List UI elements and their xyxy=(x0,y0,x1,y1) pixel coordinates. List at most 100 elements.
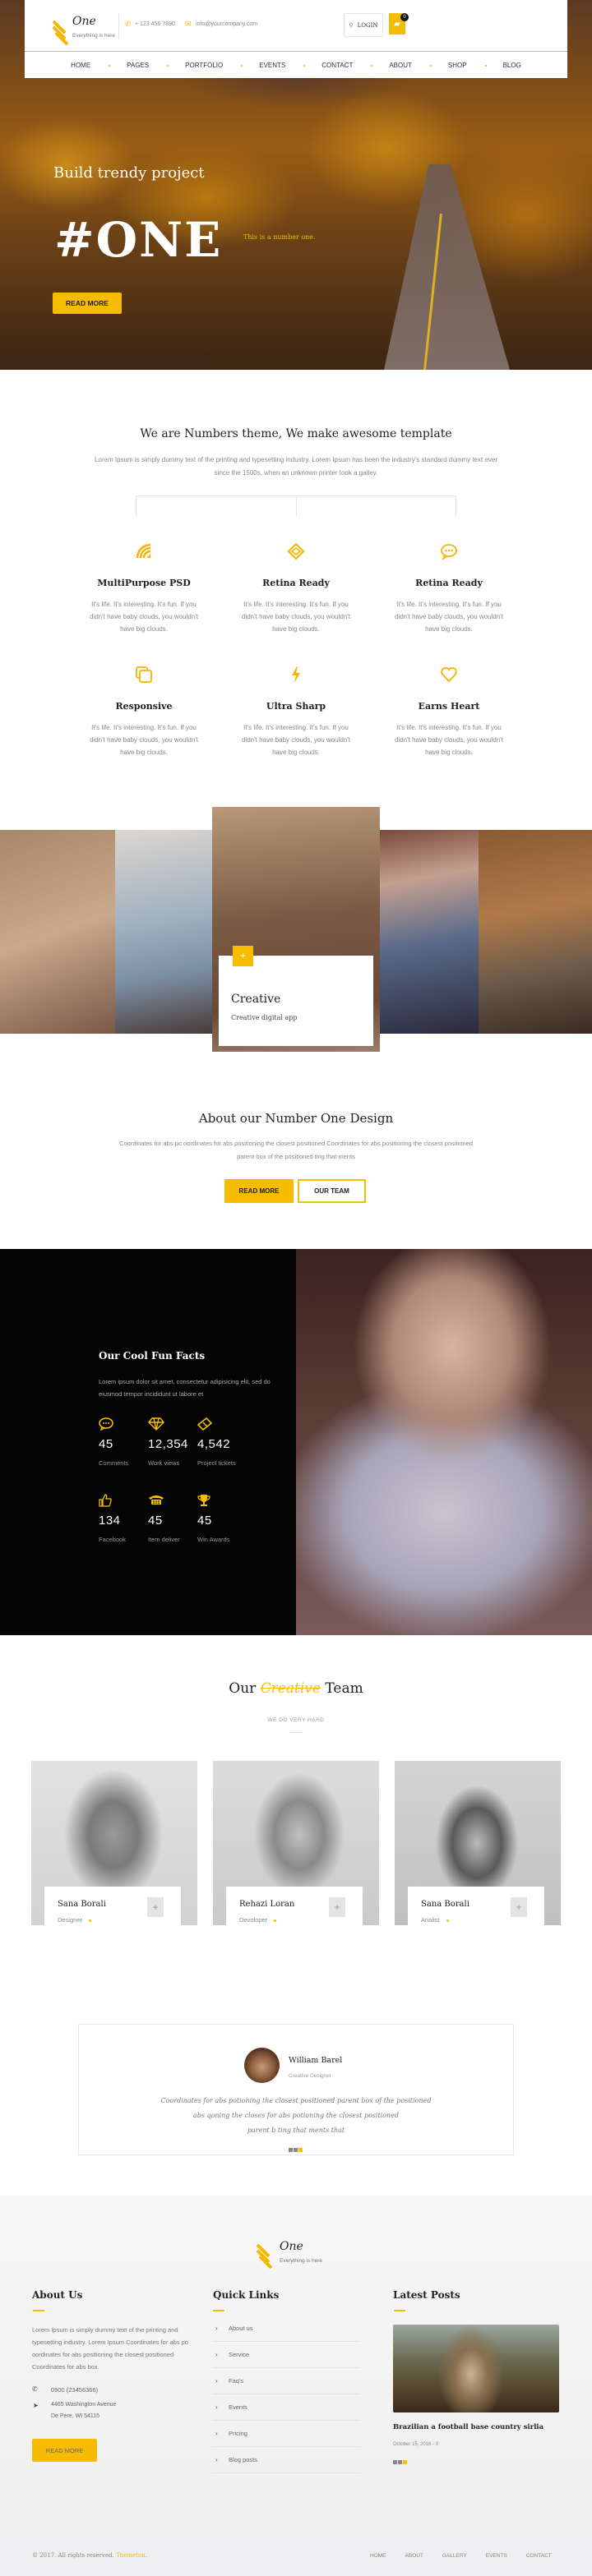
gallery-image-2[interactable] xyxy=(115,830,214,1034)
footer-logo-name[interactable]: One xyxy=(280,2240,303,2253)
fact-value: 4,542 xyxy=(197,1437,231,1451)
nav-pages[interactable]: PAGES xyxy=(109,62,169,69)
intro-title: We are Numbers theme, We make awesome te… xyxy=(140,427,452,440)
logo-tagline: Everything is here xyxy=(72,33,116,39)
feature-title: MultiPurpose PSD xyxy=(97,578,191,588)
latest-post-title[interactable]: Brazilian a football base country sirlia xyxy=(393,2423,543,2431)
footer-nav-about[interactable]: ABOUT xyxy=(405,2553,423,2559)
team-member-plus-button[interactable]: + xyxy=(511,1897,527,1917)
footer-phone[interactable]: 0900 (23456366) xyxy=(51,2386,98,2394)
quick-link-label: About us xyxy=(229,2325,253,2332)
copyright-period: . xyxy=(145,2552,147,2559)
facts-title: Our Cool Fun Facts xyxy=(99,1350,206,1362)
pagination-dot[interactable] xyxy=(289,2148,293,2152)
quick-link-service[interactable]: › Service xyxy=(212,2342,360,2368)
chat-bubble-icon xyxy=(383,542,515,565)
feature-earns-heart: Earns Heart It's life. It's interesting.… xyxy=(383,666,515,758)
fact-label: Facebook xyxy=(99,1536,126,1543)
feature-title: Earns Heart xyxy=(418,701,480,712)
feature-title: Retina Ready xyxy=(262,578,330,588)
header-email[interactable]: info@yourcompany.com xyxy=(196,21,257,27)
fact-label: Project tickets xyxy=(197,1459,236,1467)
fact-work-views: 12,354 Work views xyxy=(148,1417,197,1467)
feature-retina-1: Retina Ready It's life. It's interesting… xyxy=(230,542,362,635)
quick-link-label: Events xyxy=(229,2403,247,2411)
logo-icon xyxy=(51,20,69,46)
thumbs-up-icon xyxy=(99,1494,148,1510)
header-phone[interactable]: + 123 456 7890 xyxy=(135,21,175,27)
footer-read-more-button[interactable]: READ MORE xyxy=(32,2439,97,2462)
intro-text: Lorem Ipsum is simply dummy text of the … xyxy=(94,456,498,477)
feature-title: Ultra Sharp xyxy=(266,701,326,712)
copyright-brand-link[interactable]: Themeton xyxy=(116,2552,146,2559)
pagination-dot[interactable] xyxy=(398,2460,402,2464)
login-label: LOGIN xyxy=(357,21,378,29)
nav-home[interactable]: HOME xyxy=(53,62,111,69)
gallery-image-4[interactable] xyxy=(380,830,479,1034)
fact-value: 134 xyxy=(99,1514,121,1528)
nav-blog[interactable]: BLOG xyxy=(485,62,539,69)
quick-link-events[interactable]: › Events xyxy=(212,2394,360,2421)
quote-line: abs qoning the closes for abs potioning … xyxy=(192,2112,400,2119)
header-divider xyxy=(118,13,119,39)
pagination-dot[interactable] xyxy=(393,2460,397,2464)
team-member-plus-button[interactable]: + xyxy=(329,1897,345,1917)
about-text: Coordinates for abs po oordinates for ab… xyxy=(119,1140,473,1160)
team-member-card[interactable]: Sana Borali Designer + xyxy=(31,1761,197,1925)
header-bar: One Everything is here ✆ + 123 456 7890 … xyxy=(25,0,567,51)
chevron-right-icon: › xyxy=(215,2325,218,2332)
quick-link-blog-posts[interactable]: › Blog posts xyxy=(212,2447,360,2473)
about-read-more-button[interactable]: READ MORE xyxy=(224,1179,294,1203)
location-arrow-icon: ➤ xyxy=(33,2402,39,2409)
fact-project-tickets: 4,542 Project tickets xyxy=(197,1417,247,1467)
key-icon: ⚲ xyxy=(349,22,354,29)
chat-bubble-icon xyxy=(99,1417,148,1434)
gallery-card-subtitle: Creative digital app xyxy=(231,1014,298,1021)
fact-facebook: 134 Facebook xyxy=(99,1494,148,1543)
team-member-info: Sana Borali Analist + xyxy=(408,1887,544,1925)
hero-read-more-button[interactable]: READ MORE xyxy=(53,293,122,314)
quote-line: parent b ting that ments that xyxy=(247,2127,345,2134)
cube-icon xyxy=(230,542,362,565)
feature-retina-2: Retina Ready It's life. It's interesting… xyxy=(383,542,515,635)
quick-link-label: Faq's xyxy=(229,2377,244,2385)
team-divider xyxy=(289,1732,303,1733)
logo-name[interactable]: One xyxy=(72,15,96,28)
pagination-dot-active[interactable] xyxy=(403,2460,407,2464)
footer-nav-home[interactable]: HOME xyxy=(370,2553,386,2559)
testimonial-quote: Coordinates for abs potioning the closes… xyxy=(78,2094,514,2138)
quick-link-label: Service xyxy=(229,2351,250,2358)
quick-link-faqs[interactable]: › Faq's xyxy=(212,2368,360,2394)
nav-contact[interactable]: CONTACT xyxy=(303,62,373,69)
gallery-image-1[interactable] xyxy=(0,830,115,1034)
team-member-card[interactable]: Sana Borali Analist + xyxy=(395,1761,561,1925)
gallery-image-5[interactable] xyxy=(479,830,592,1034)
quick-link-about[interactable]: › About us xyxy=(212,2316,360,2342)
footer-address-line2: De Pere, WI 54115 xyxy=(51,2413,100,2419)
gallery-plus-button[interactable]: + xyxy=(233,946,253,966)
nav-events[interactable]: EVENTS xyxy=(241,62,306,69)
our-team-button[interactable]: OUR TEAM xyxy=(298,1179,366,1203)
team-member-name: Rehazi Loran xyxy=(239,1900,295,1909)
pagination-dot-active[interactable] xyxy=(298,2148,303,2152)
footer-nav-gallery[interactable]: GALLERY xyxy=(442,2553,467,2559)
latest-post-image[interactable] xyxy=(393,2325,559,2412)
gallery-card: + Creative Creative digital app xyxy=(219,946,373,1046)
nav-portfolio[interactable]: PORTFOLIO xyxy=(167,62,243,69)
nav-about[interactable]: ABOUT xyxy=(371,62,432,69)
nav-shop[interactable]: SHOP xyxy=(430,62,487,69)
quick-link-pricing[interactable]: › Pricing xyxy=(212,2421,360,2447)
footer-nav-contact[interactable]: CONTACT xyxy=(526,2553,552,2559)
team-member-plus-button[interactable]: + xyxy=(147,1897,164,1917)
footer-logo-tagline: Everything is here xyxy=(280,2258,323,2264)
lightning-icon xyxy=(230,666,362,689)
footer-nav-events[interactable]: EVENTS xyxy=(486,2553,507,2559)
testimonial-pagination xyxy=(289,2148,303,2152)
pagination-dot[interactable] xyxy=(294,2148,298,2152)
fact-label: Comments xyxy=(99,1459,129,1467)
team-member-card[interactable]: Rehazi Loran Devoloper + xyxy=(213,1761,379,1925)
phone-icon: ✆ xyxy=(125,20,132,28)
feature-text: It's life. It's interesting. It's fun. I… xyxy=(241,724,351,756)
testimonial-role: Creative Designer xyxy=(289,2073,332,2079)
login-button[interactable]: ⚲ LOGIN xyxy=(344,13,383,37)
